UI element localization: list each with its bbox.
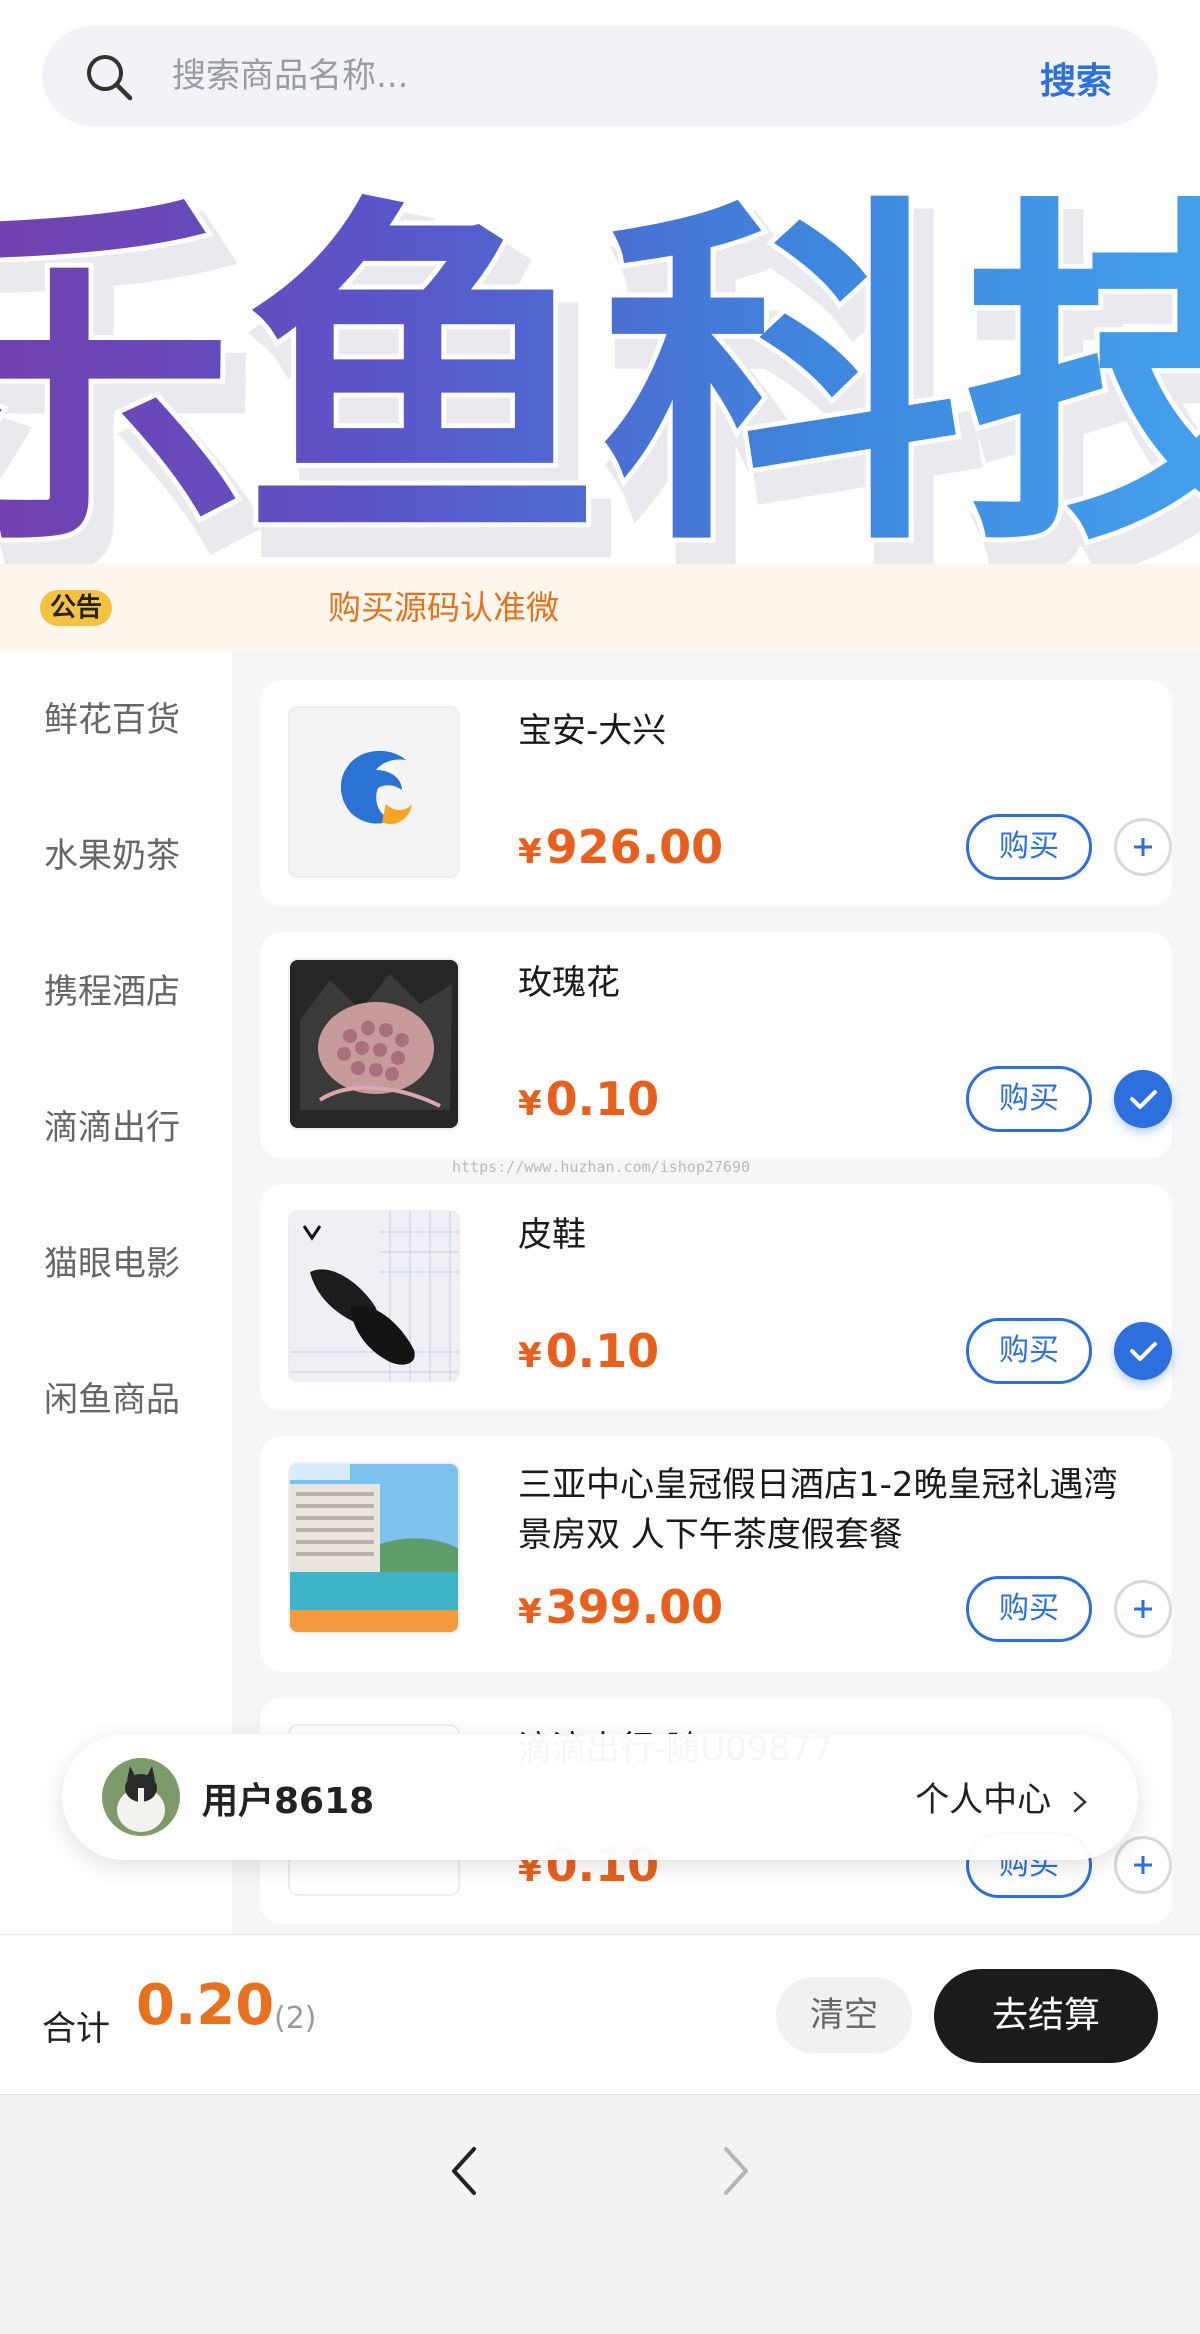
checkmark-icon (1130, 1090, 1157, 1109)
buy-button[interactable]: 购买 (966, 1318, 1092, 1384)
leather-shoes-photo (288, 1210, 460, 1382)
buy-button[interactable]: 购买 (966, 814, 1092, 880)
product-card[interactable]: 玫瑰花 ¥0.10 购买 (260, 932, 1172, 1158)
category-item-didi[interactable]: 滴滴出行 (0, 1088, 232, 1168)
add-to-cart-toggle[interactable] (1114, 1070, 1172, 1128)
product-price: ¥0.10 (518, 1072, 660, 1126)
banner-text: 乐鱼科技 (0, 170, 1200, 564)
buy-button[interactable]: 购买 (966, 1576, 1092, 1642)
promo-banner[interactable]: 乐鱼科技 乐鱼科技 (0, 154, 1200, 564)
product-name: 宝安-大兴 (518, 711, 667, 751)
add-to-cart-toggle[interactable] (1114, 1322, 1172, 1380)
add-to-cart-toggle[interactable] (1114, 818, 1172, 876)
category-item-maoyan[interactable]: 猫眼电影 (0, 1224, 232, 1304)
search-button[interactable]: 搜索 (1040, 52, 1112, 104)
hotel-pool-photo (288, 1462, 460, 1634)
ctrip-logo-icon (288, 706, 460, 878)
total-value: 0.20 (136, 1973, 275, 2038)
avatar[interactable] (102, 1758, 180, 1836)
product-card[interactable]: 皮鞋 ¥0.10 购买 (260, 1184, 1172, 1410)
category-item-xianyu[interactable]: 闲鱼商品 (0, 1360, 232, 1440)
search-icon (87, 55, 133, 101)
product-name: 皮鞋 (518, 1215, 586, 1255)
banner-logo-image: 乐鱼科技 乐鱼科技 (0, 165, 1200, 564)
profile-link-label: 个人中心 (915, 1780, 1052, 1820)
category-item-flowers[interactable]: 鲜花百货 (0, 680, 232, 760)
notice-badge: 公告 (40, 590, 113, 626)
total-count: (2) (274, 2001, 317, 2036)
checkmark-icon (1130, 1342, 1157, 1361)
checkout-button[interactable]: 去结算 (934, 1969, 1158, 2063)
search-input[interactable] (172, 46, 1012, 106)
product-price: ¥926.00 (518, 820, 724, 874)
add-to-cart-toggle[interactable] (1114, 1836, 1172, 1894)
total-label: 合计 (42, 2009, 110, 2049)
product-card[interactable]: 三亚中心皇冠假日酒店1-2晚皇冠礼遇湾景房双 人下午茶度假套餐 ¥399.00 … (260, 1436, 1172, 1672)
plus-icon (1134, 1856, 1152, 1874)
product-name: 三亚中心皇冠假日酒店1-2晚皇冠礼遇湾景房双 人下午茶度假套餐 (518, 1465, 1118, 1555)
clear-cart-button[interactable]: 清空 (776, 1977, 912, 2053)
checkout-bar: 合计 0.20 (2) 清空 去结算 (0, 1934, 1200, 2094)
forward-arrow-icon[interactable] (712, 2139, 760, 2203)
category-item-fruit-tea[interactable]: 水果奶茶 (0, 816, 232, 896)
buy-button[interactable]: 购买 (966, 1066, 1092, 1132)
product-price: ¥399.00 (518, 1580, 724, 1634)
plus-icon (1134, 838, 1152, 856)
product-price: ¥0.10 (518, 1324, 660, 1378)
notice-text: 购买源码认准微 (328, 588, 559, 627)
user-name: 用户8618 (202, 1781, 375, 1822)
rose-bouquet-photo (288, 958, 460, 1130)
profile-link[interactable]: 个人中心 (915, 1772, 1092, 1821)
category-item-ctrip-hotel[interactable]: 携程酒店 (0, 952, 232, 1032)
plus-icon (1134, 1600, 1152, 1618)
back-arrow-icon[interactable] (440, 2139, 488, 2203)
product-name: 玫瑰花 (518, 963, 620, 1003)
product-card[interactable]: 宝安-大兴 ¥926.00 购买 (260, 680, 1172, 906)
search-header: 搜索 (0, 0, 1200, 154)
chevron-right-icon (1073, 1791, 1087, 1812)
add-to-cart-toggle[interactable] (1114, 1580, 1172, 1638)
search-bar[interactable]: 搜索 (42, 26, 1158, 126)
watermark-text: https://www.huzhan.com/ishop27690 (452, 1158, 751, 1176)
notice-bar: 公告 购买源码认准微 (0, 564, 1200, 652)
browser-nav-bar (0, 2094, 1200, 2334)
user-bar[interactable]: 用户8618 个人中心 (62, 1734, 1138, 1860)
